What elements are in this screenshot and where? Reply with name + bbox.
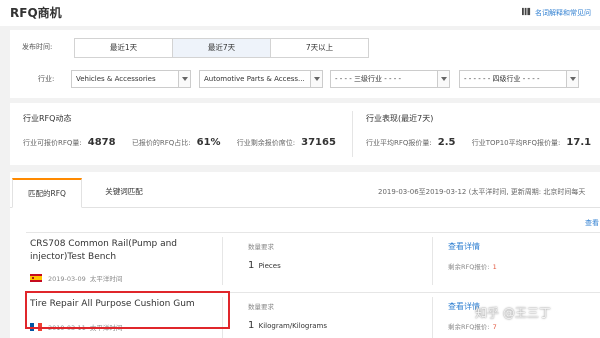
help-link-label: 名词解释和常见问: [535, 9, 591, 17]
rfq-meta: 2019-03-09 太平洋时间: [30, 273, 122, 283]
card-divider: [432, 297, 433, 338]
card-divider: [222, 237, 223, 285]
stat-value: 17.1: [566, 137, 592, 148]
page-title: RFQ商机: [10, 6, 62, 20]
view-more-link[interactable]: 查看: [585, 218, 599, 228]
date-range-text: 2019-03-06至2019-03-12 (太平洋时间, 更新周期: 北京时间…: [378, 188, 586, 196]
quantity-unit: Pieces: [258, 262, 281, 270]
stat-label: 行业平均RFQ报价量:: [366, 139, 432, 147]
chevron-down-icon: [566, 71, 578, 87]
remaining-quotes: 剩余RFQ报价: 7: [448, 321, 497, 331]
industry-level4-select[interactable]: - - - - - - 四级行业 - - - -: [459, 70, 579, 88]
rfq-title[interactable]: CRS708 Common Rail(Pump and injector)Tes…: [30, 238, 196, 264]
help-link[interactable]: 名词解释和常见问: [522, 7, 591, 18]
view-details-link[interactable]: 查看详情: [448, 241, 480, 252]
highlight-annotation: [25, 291, 230, 329]
industry-level3-value: - - - - 三级行业 - - - -: [335, 75, 402, 83]
stats-divider: [352, 111, 353, 157]
remaining-quotes: 剩余RFQ报价: 1: [448, 261, 497, 271]
stat-label: 行业可报价RFQ量:: [23, 139, 82, 147]
tab-keyword-match[interactable]: 关键词匹配: [96, 178, 152, 208]
quantity-number: 1: [248, 260, 255, 271]
industry-performance-title: 行业表现(最近7天): [366, 114, 434, 123]
industry-level2-select[interactable]: Automotive Parts & Access...: [199, 70, 323, 88]
time-range-segment: 最近1天 最近7天 7天以上: [74, 38, 369, 58]
industry-level2-value: Automotive Parts & Access...: [204, 75, 305, 83]
remaining-count: 1: [492, 263, 497, 271]
stats-panel: 行业RFQ动态 行业表现(最近7天) 行业可报价RFQ量: 4878 已报价的RF…: [10, 103, 600, 165]
stat-label: 已报价的RFQ占比:: [131, 139, 191, 147]
tab-bar: 匹配的RFQ 关键词匹配 2019-03-06至2019-03-12 (太平洋时…: [10, 172, 600, 208]
industry-rfq-title: 行业RFQ动态: [23, 114, 72, 123]
quantity-value: 1 Pieces: [248, 260, 281, 271]
time-option-1day[interactable]: 最近1天: [74, 38, 173, 58]
spain-flag-icon: [30, 274, 42, 282]
time-label: 发布时间:: [22, 43, 53, 51]
industry-level1-value: Vehicles & Accessories: [76, 75, 156, 83]
quantity-label: 数量要求: [248, 303, 274, 311]
industry-performance-stats: 行业平均RFQ报价量: 2.5 行业TOP10平均RFQ报价量: 17.1: [366, 137, 600, 148]
stat-value: 4878: [87, 137, 116, 148]
stat-label: 行业TOP10平均RFQ报价量:: [471, 139, 561, 147]
remaining-label: 剩余RFQ报价:: [448, 263, 490, 271]
page-header: RFQ商机 名词解释和常见问: [0, 0, 600, 26]
filter-panel: 发布时间: 最近1天 最近7天 7天以上 行业: Vehicles & Acce…: [10, 30, 600, 98]
watermark: 知乎 @王三丁: [475, 306, 551, 320]
chevron-down-icon: [310, 71, 322, 87]
industry-label: 行业:: [38, 75, 55, 83]
industry-level3-select[interactable]: - - - - 三级行业 - - - -: [330, 70, 450, 88]
quantity-label: 数量要求: [248, 243, 274, 251]
industry-level1-select[interactable]: Vehicles & Accessories: [71, 70, 191, 88]
remaining-label: 剩余RFQ报价:: [448, 323, 490, 331]
quantity-number: 1: [248, 320, 255, 331]
industry-rfq-stats: 行业可报价RFQ量: 4878 已报价的RFQ占比: 61% 行业剩余报价席位: 37…: [23, 137, 350, 148]
rfq-date: 2019-03-09: [48, 275, 86, 283]
stat-value: 37165: [301, 137, 336, 148]
remaining-count: 7: [492, 323, 497, 331]
industry-level4-value: - - - - - - 四级行业 - - - -: [464, 75, 540, 83]
rfq-timezone: 太平洋时间: [89, 275, 123, 283]
stat-value: 2.5: [437, 137, 456, 148]
quantity-value: 1 Kilogram/Kilograms: [248, 320, 327, 331]
tab-matched-rfq[interactable]: 匹配的RFQ: [12, 178, 82, 208]
chevron-down-icon: [178, 71, 190, 87]
stat-label: 行业剩余报价席位:: [236, 139, 296, 147]
book-icon: [522, 7, 531, 16]
list-item: CRS708 Common Rail(Pump and injector)Tes…: [26, 232, 600, 290]
time-option-over7days[interactable]: 7天以上: [270, 38, 369, 58]
card-divider: [432, 237, 433, 285]
quantity-unit: Kilogram/Kilograms: [258, 322, 327, 330]
time-option-7days[interactable]: 最近7天: [172, 38, 271, 58]
chevron-down-icon: [437, 71, 449, 87]
stat-value: 61%: [196, 137, 221, 148]
